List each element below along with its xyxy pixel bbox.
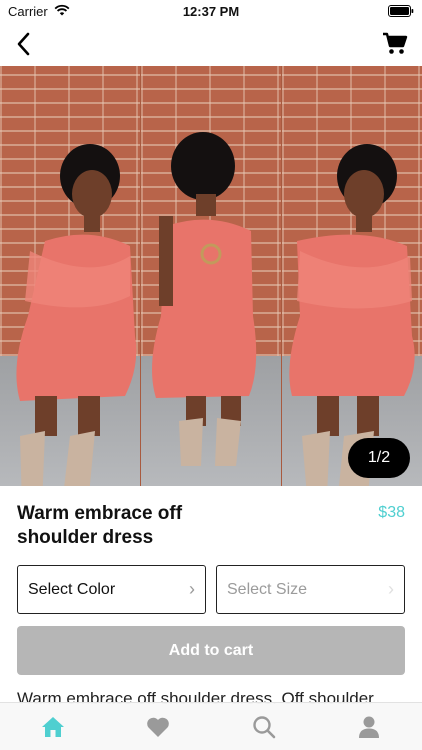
size-select-label: Select Size <box>227 580 308 598</box>
back-button[interactable] <box>8 28 40 60</box>
add-to-cart-button[interactable]: Add to cart <box>17 626 405 675</box>
heart-icon <box>147 717 170 737</box>
status-left: Carrier <box>8 4 70 19</box>
chevron-right-icon: › <box>189 579 195 599</box>
tab-bar <box>0 702 422 750</box>
product-photo-front-alt <box>282 66 422 486</box>
home-icon <box>41 716 64 737</box>
carrier-label: Carrier <box>8 3 48 19</box>
size-select[interactable]: Select Size › <box>216 565 405 614</box>
product-photo-front <box>0 66 140 486</box>
chevron-left-icon <box>17 32 30 56</box>
chevron-right-icon: › <box>388 579 394 599</box>
tab-home[interactable] <box>23 707 83 747</box>
search-icon <box>253 715 276 738</box>
product-photo-back <box>141 66 281 486</box>
battery-icon <box>388 5 414 17</box>
product-image-gallery[interactable]: 1/2 <box>0 66 422 486</box>
navigation-bar <box>0 22 422 66</box>
tab-search[interactable] <box>234 707 294 747</box>
profile-icon <box>359 716 380 738</box>
color-select[interactable]: Select Color › <box>17 565 206 614</box>
tab-favorites[interactable] <box>128 707 188 747</box>
color-select-label: Select Color <box>28 580 116 598</box>
tab-profile[interactable] <box>339 707 399 747</box>
wifi-icon <box>54 4 70 19</box>
cart-icon <box>383 32 408 54</box>
cart-button[interactable] <box>378 28 412 60</box>
status-bar: Carrier 12:37 PM <box>0 0 422 22</box>
product-price: $38 <box>378 504 405 521</box>
image-counter: 1/2 <box>348 438 410 478</box>
product-title: Warm embrace off shoulder dress <box>17 503 183 548</box>
